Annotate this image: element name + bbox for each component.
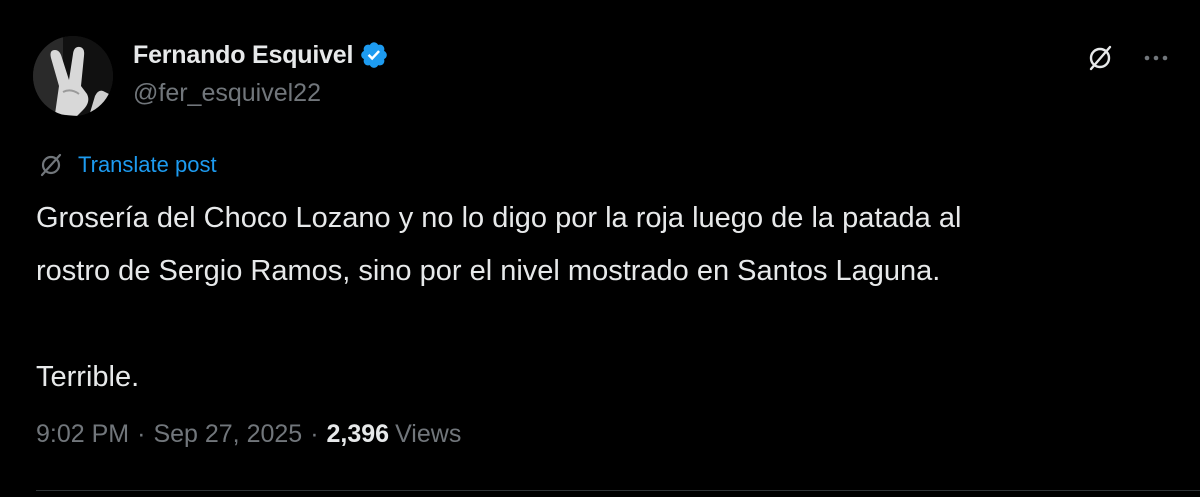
- views-label[interactable]: Views: [395, 420, 461, 449]
- meta-separator: ·: [310, 420, 319, 448]
- grok-slash-circle-icon: [1089, 45, 1112, 71]
- avatar[interactable]: [33, 36, 113, 116]
- meta-separator: ·: [137, 420, 146, 448]
- more-horizontal-icon: [1144, 55, 1168, 61]
- verified-badge-icon[interactable]: [359, 40, 389, 70]
- translate-post-label[interactable]: Translate post: [78, 152, 217, 178]
- avatar-photo: [33, 36, 113, 116]
- post-text-line: Terrible.: [36, 361, 140, 393]
- grok-button[interactable]: [1082, 40, 1118, 76]
- post-text-line: Grosería del Choco Lozano y no lo digo p…: [36, 202, 962, 234]
- translate-slash-circle-icon: [40, 153, 62, 177]
- author-name-row: Fernando Esquivel: [133, 38, 389, 72]
- post-metadata: 9:02 PM · Sep 27, 2025 · 2,396 Views: [36, 420, 461, 449]
- divider: [36, 490, 1200, 491]
- author-display-name[interactable]: Fernando Esquivel: [133, 41, 353, 70]
- post-body: Grosería del Choco Lozano y no lo digo p…: [36, 192, 1176, 404]
- more-options-button[interactable]: [1138, 40, 1174, 76]
- tweet-card: Fernando Esquivel @fer_esquivel22 Transl…: [0, 0, 1200, 497]
- translate-post-link[interactable]: Translate post: [36, 150, 217, 180]
- post-text-line: rostro de Sergio Ramos, sino por el nive…: [36, 255, 941, 287]
- author-handle[interactable]: @fer_esquivel22: [133, 79, 321, 108]
- post-time[interactable]: 9:02 PM: [36, 420, 129, 449]
- views-count[interactable]: 2,396: [327, 420, 390, 449]
- post-date[interactable]: Sep 27, 2025: [153, 420, 302, 449]
